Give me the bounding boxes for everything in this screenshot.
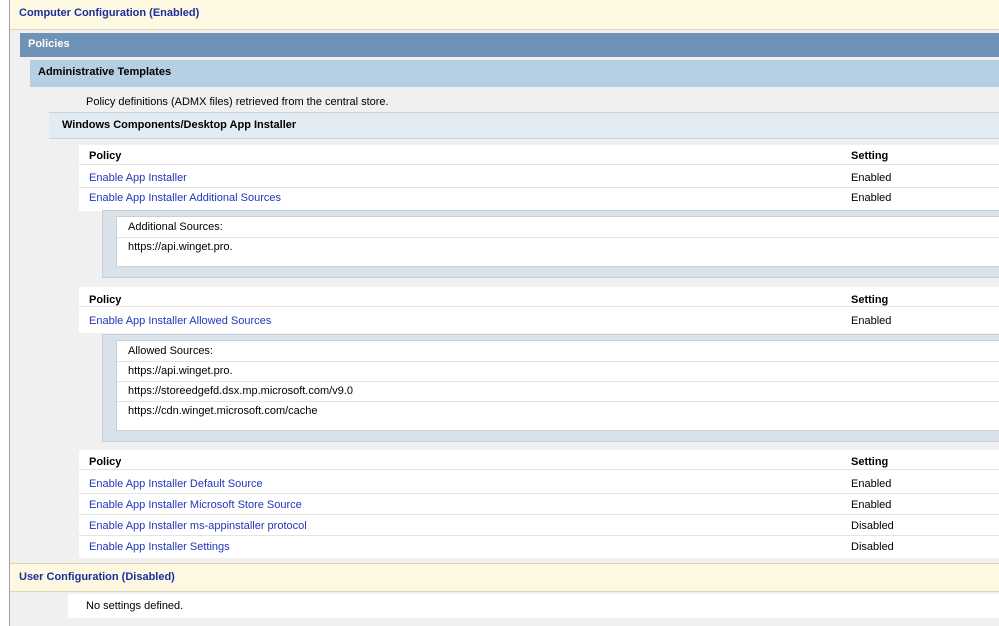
no-settings-note: No settings defined.: [86, 600, 184, 612]
setting-column-header: Setting: [851, 456, 889, 468]
report-frame: Computer Configuration (Enabled) Policie…: [9, 0, 999, 626]
allowed-source-url: https://cdn.winget.microsoft.com/cache: [128, 405, 318, 417]
policy-link[interactable]: Enable App Installer Microsoft Store Sou…: [89, 499, 302, 511]
policy-link[interactable]: Enable App Installer Settings: [89, 541, 230, 553]
policy-setting: Disabled: [851, 541, 894, 553]
user-configuration-header[interactable]: User Configuration (Disabled): [10, 563, 999, 592]
table-header-row: Policy Setting: [79, 145, 999, 165]
list-item: https://api.winget.pro.: [117, 361, 999, 382]
list-item: Additional Sources:: [117, 217, 999, 238]
list-item: https://storeedgefd.dsx.mp.microsoft.com…: [117, 381, 999, 402]
setting-column-header: Setting: [851, 150, 889, 162]
policy-link[interactable]: Enable App Installer ms-appinstaller pro…: [89, 520, 307, 532]
policy-link[interactable]: Enable App Installer Allowed Sources: [89, 315, 271, 327]
user-configuration-title[interactable]: User Configuration (Disabled): [19, 571, 175, 583]
allowed-sources-label: Allowed Sources:: [128, 345, 213, 357]
policy-setting: Enabled: [851, 172, 892, 184]
category-title[interactable]: Windows Components/Desktop App Installer: [62, 119, 296, 131]
policy-column-header: Policy: [89, 456, 122, 468]
policy-link[interactable]: Enable App Installer: [89, 172, 187, 184]
computer-configuration-title[interactable]: Computer Configuration (Enabled): [19, 7, 199, 19]
policy-table-3: Policy Setting Enable App Installer Defa…: [79, 450, 999, 558]
administrative-templates-header[interactable]: Administrative Templates: [30, 60, 999, 87]
policies-title[interactable]: Policies: [28, 38, 70, 50]
setting-column-header: Setting: [851, 294, 889, 306]
additional-source-url: https://api.winget.pro.: [128, 241, 233, 253]
table-row: Enable App Installer ms-appinstaller pro…: [79, 516, 999, 536]
policy-link[interactable]: Enable App Installer Additional Sources: [89, 192, 281, 204]
table-row: Enable App Installer Additional Sources …: [79, 188, 999, 208]
policy-column-header: Policy: [89, 150, 122, 162]
policy-column-header: Policy: [89, 294, 122, 306]
policy-table-2: Policy Setting Enable App Installer Allo…: [79, 287, 999, 333]
table-header-row: Policy Setting: [79, 287, 999, 307]
policy-setting: Disabled: [851, 520, 894, 532]
list-item: https://cdn.winget.microsoft.com/cache: [117, 401, 999, 421]
list-item: Allowed Sources:: [117, 341, 999, 362]
additional-sources-list: Additional Sources: https://api.winget.p…: [116, 216, 999, 267]
table-header-row: Policy Setting: [79, 450, 999, 470]
policy-setting: Enabled: [851, 315, 892, 327]
category-header[interactable]: Windows Components/Desktop App Installer: [49, 112, 999, 139]
allowed-sources-list: Allowed Sources: https://api.winget.pro.…: [116, 340, 999, 431]
additional-sources-label: Additional Sources:: [128, 221, 223, 233]
allowed-source-url: https://api.winget.pro.: [128, 365, 233, 377]
allowed-source-url: https://storeedgefd.dsx.mp.microsoft.com…: [128, 385, 353, 397]
policy-setting: Enabled: [851, 192, 892, 204]
table-row: Enable App Installer Default Source Enab…: [79, 474, 999, 494]
policy-table-1: Policy Setting Enable App Installer Enab…: [79, 145, 999, 211]
table-row: Enable App Installer Enabled: [79, 168, 999, 188]
policy-setting: Enabled: [851, 499, 892, 511]
table-row: Enable App Installer Microsoft Store Sou…: [79, 495, 999, 515]
administrative-templates-title[interactable]: Administrative Templates: [38, 66, 171, 78]
allowed-sources-box: Allowed Sources: https://api.winget.pro.…: [102, 334, 999, 442]
table-row: Enable App Installer Settings Disabled: [79, 537, 999, 557]
computer-configuration-header[interactable]: Computer Configuration (Enabled): [10, 0, 999, 30]
additional-sources-box: Additional Sources: https://api.winget.p…: [102, 210, 999, 278]
table-row: Enable App Installer Allowed Sources Ena…: [79, 311, 999, 331]
admx-note: Policy definitions (ADMX files) retrieve…: [86, 96, 389, 108]
policy-link[interactable]: Enable App Installer Default Source: [89, 478, 263, 490]
list-item: https://api.winget.pro.: [117, 237, 999, 257]
policies-header[interactable]: Policies: [20, 33, 999, 57]
user-configuration-content: No settings defined.: [68, 594, 999, 618]
policy-setting: Enabled: [851, 478, 892, 490]
